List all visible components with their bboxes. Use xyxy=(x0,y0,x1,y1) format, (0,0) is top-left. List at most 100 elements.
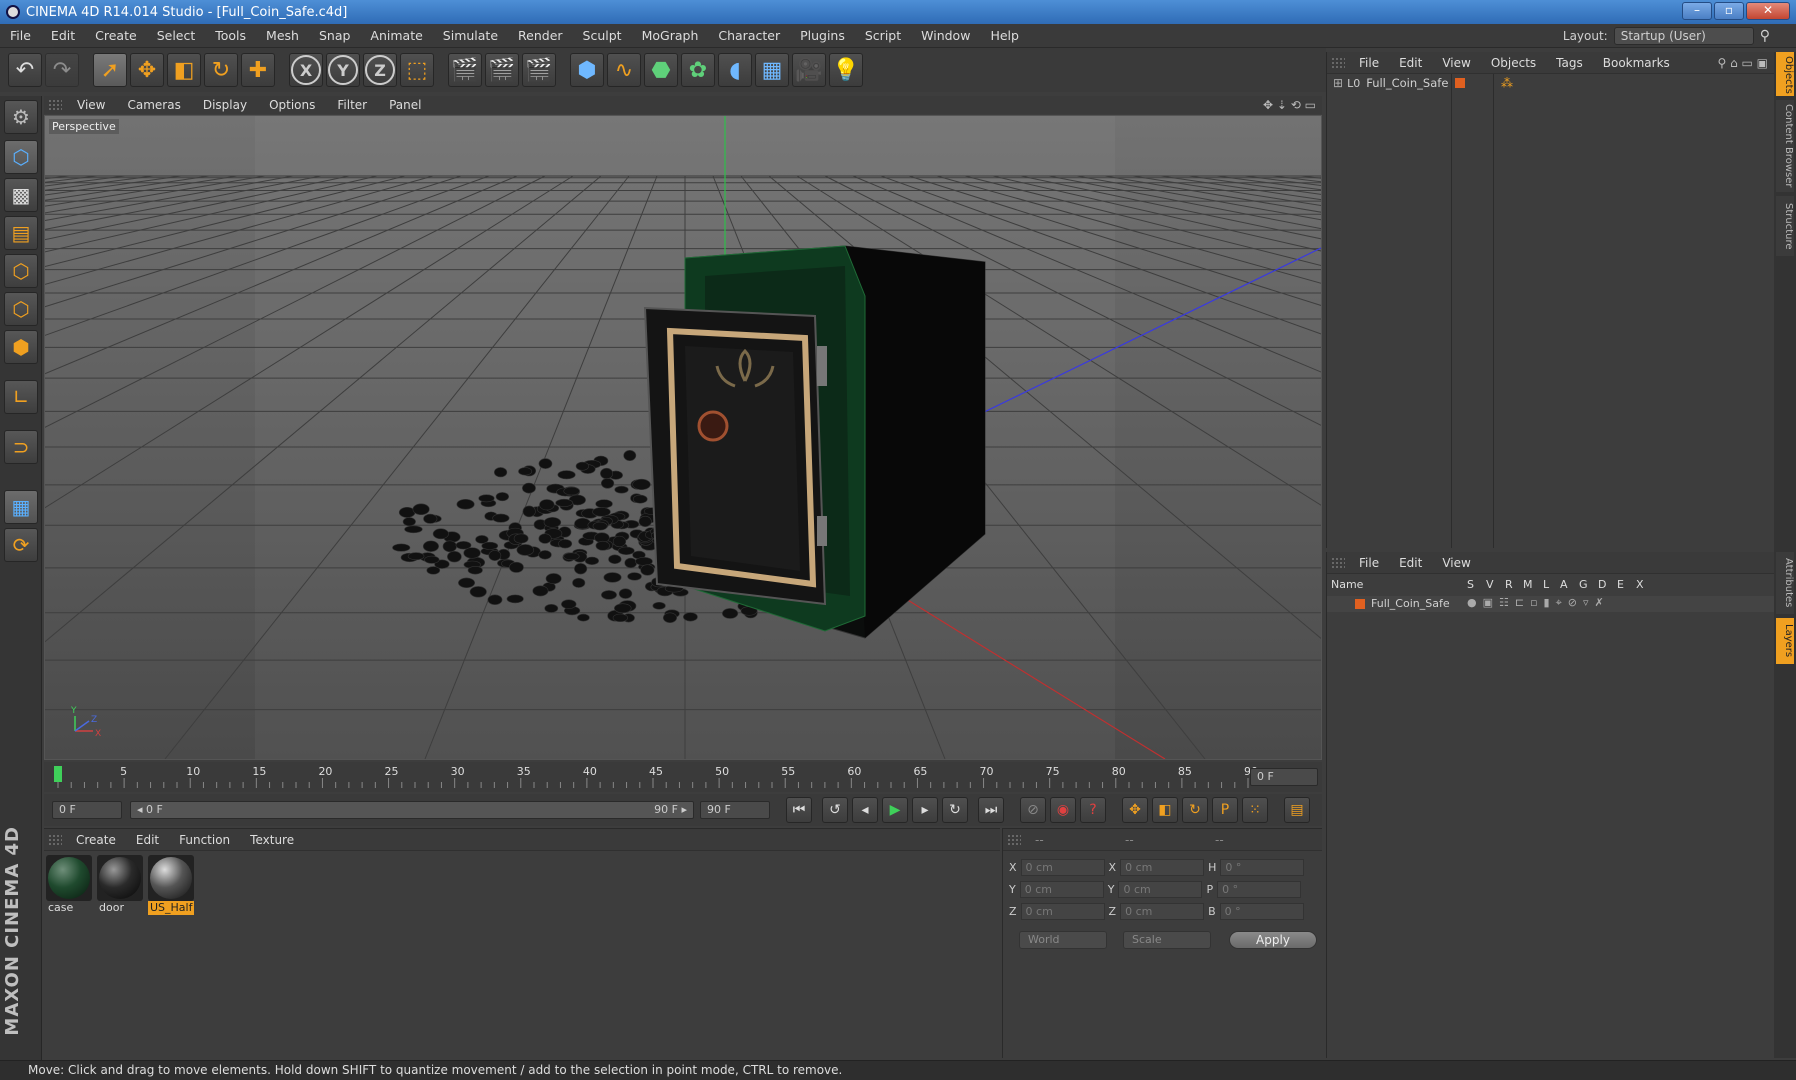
vp-menu-cameras[interactable]: Cameras xyxy=(116,98,191,112)
material-door[interactable]: door xyxy=(97,855,143,917)
tab-objects[interactable]: Objects xyxy=(1776,52,1794,96)
obj-menu-edit[interactable]: Edit xyxy=(1389,56,1432,70)
vp-menu-panel[interactable]: Panel xyxy=(378,98,432,112)
current-frame-field[interactable]: 0 F xyxy=(1250,768,1318,786)
grid-lock-icon[interactable]: ▦ xyxy=(4,490,38,524)
obj-menu-objects[interactable]: Objects xyxy=(1481,56,1546,70)
size-z-field[interactable]: 0 cm xyxy=(1120,903,1205,920)
apply-button[interactable]: Apply xyxy=(1229,931,1317,949)
layer-menu-edit[interactable]: Edit xyxy=(1389,556,1432,570)
material-case[interactable]: case xyxy=(46,855,92,917)
frame-range-slider[interactable]: ◂ 0 F 90 F ▸ xyxy=(130,801,694,819)
key-rotation-icon[interactable]: ↻ xyxy=(1182,797,1208,823)
x-axis-lock-icon[interactable]: X xyxy=(289,53,323,87)
obj-toolbar-icons[interactable]: ⚲ ⌂ ▭ ▣ xyxy=(1717,56,1768,70)
material-us-half[interactable]: US_Half xyxy=(148,855,194,917)
obj-menu-file[interactable]: File xyxy=(1349,56,1389,70)
previous-frame-icon[interactable]: ◂ xyxy=(852,797,878,823)
floor-icon[interactable]: ▦ xyxy=(755,53,789,87)
points-mode-icon[interactable]: ⬡ xyxy=(4,254,38,288)
menu-create[interactable]: Create xyxy=(85,28,147,43)
workplane-icon[interactable]: ▤ xyxy=(4,216,38,250)
play-icon[interactable]: ▶ xyxy=(882,797,908,823)
key-parameter-icon[interactable]: P xyxy=(1212,797,1238,823)
grip-icon[interactable] xyxy=(48,99,62,111)
menu-simulate[interactable]: Simulate xyxy=(433,28,508,43)
position-z-field[interactable]: 0 cm xyxy=(1020,903,1105,920)
cloner-icon[interactable]: ✿ xyxy=(681,53,715,87)
menu-sculpt[interactable]: Sculpt xyxy=(573,28,632,43)
key-position-icon[interactable]: ✥ xyxy=(1122,797,1148,823)
record-active-icon[interactable]: ◉ xyxy=(1050,797,1076,823)
texture-mode-icon[interactable]: ▩ xyxy=(4,178,38,212)
start-frame-field[interactable]: 0 F xyxy=(52,801,122,819)
live-selection-icon[interactable]: ➚ xyxy=(93,53,127,87)
vp-menu-display[interactable]: Display xyxy=(192,98,258,112)
menu-mograph[interactable]: MoGraph xyxy=(632,28,709,43)
mat-menu-create[interactable]: Create xyxy=(66,833,126,847)
layer-menu-view[interactable]: View xyxy=(1432,556,1480,570)
camera-icon[interactable]: 🎥 xyxy=(792,53,826,87)
y-axis-lock-icon[interactable]: Y xyxy=(326,53,360,87)
grip-icon[interactable] xyxy=(1331,56,1345,69)
autokey-icon[interactable]: ? xyxy=(1080,797,1106,823)
rotation-b-field[interactable]: 0 ° xyxy=(1219,903,1304,920)
mat-menu-edit[interactable]: Edit xyxy=(126,833,169,847)
next-key-icon[interactable]: ↻ xyxy=(942,797,968,823)
tab-layers[interactable]: Layers xyxy=(1776,618,1794,664)
mat-menu-function[interactable]: Function xyxy=(169,833,240,847)
tab-structure[interactable]: Structure xyxy=(1776,196,1794,256)
scale-icon[interactable]: ◧ xyxy=(167,53,201,87)
expand-icon[interactable]: ⊞ xyxy=(1333,76,1343,90)
menu-plugins[interactable]: Plugins xyxy=(790,28,855,43)
subdivision-icon[interactable]: ⬣ xyxy=(644,53,678,87)
maximize-button[interactable]: ▫ xyxy=(1714,2,1744,20)
position-x-field[interactable]: 0 cm xyxy=(1020,859,1105,876)
rotate-icon[interactable]: ↻ xyxy=(204,53,238,87)
rotation-h-field[interactable]: 0 ° xyxy=(1220,859,1305,876)
add-icon[interactable]: ✚ xyxy=(241,53,275,87)
end-frame-field[interactable]: 90 F xyxy=(700,801,770,819)
menu-tools[interactable]: Tools xyxy=(205,28,256,43)
spline-pen-icon[interactable]: ∿ xyxy=(607,53,641,87)
previous-key-icon[interactable]: ↺ xyxy=(822,797,848,823)
menu-character[interactable]: Character xyxy=(708,28,790,43)
move-icon[interactable]: ✥ xyxy=(130,53,164,87)
go-to-start-icon[interactable]: ⏮ xyxy=(786,797,812,823)
menu-snap[interactable]: Snap xyxy=(309,28,360,43)
tag-icon[interactable]: ⁂ xyxy=(1501,76,1513,90)
timeline-window-icon[interactable]: ▤ xyxy=(1284,797,1310,823)
search-icon[interactable]: ⚲ xyxy=(1760,28,1770,44)
coordinate-space-select[interactable]: World xyxy=(1019,931,1107,949)
obj-menu-bookmarks[interactable]: Bookmarks xyxy=(1593,56,1680,70)
light-icon[interactable]: 💡 xyxy=(829,53,863,87)
menu-render[interactable]: Render xyxy=(508,28,573,43)
cube-icon[interactable]: ⬢ xyxy=(570,53,604,87)
model-mode-icon[interactable]: ⬡ xyxy=(4,140,38,174)
close-button[interactable]: ✕ xyxy=(1746,2,1790,20)
menu-help[interactable]: Help xyxy=(980,28,1029,43)
snap-icon[interactable]: ⟳ xyxy=(4,528,38,562)
menu-mesh[interactable]: Mesh xyxy=(256,28,309,43)
mat-menu-texture[interactable]: Texture xyxy=(240,833,304,847)
layout-select[interactable]: Startup (User) xyxy=(1613,27,1754,45)
grip-icon[interactable] xyxy=(48,833,62,846)
make-editable-icon[interactable]: ⚙ xyxy=(4,100,38,134)
render-settings-icon[interactable]: 🎬 xyxy=(522,53,556,87)
menu-edit[interactable]: Edit xyxy=(41,28,85,43)
grip-icon[interactable] xyxy=(1007,833,1021,846)
magnet-icon[interactable]: ⊃ xyxy=(4,430,38,464)
layer-row[interactable]: Full_Coin_Safe ●▣☷⊏▫▮⌖⊘▿✗ xyxy=(1327,596,1775,612)
menu-select[interactable]: Select xyxy=(147,28,206,43)
rotation-p-field[interactable]: 0 ° xyxy=(1217,881,1302,898)
size-mode-select[interactable]: Scale xyxy=(1123,931,1211,949)
vp-menu-options[interactable]: Options xyxy=(258,98,326,112)
menu-animate[interactable]: Animate xyxy=(360,28,432,43)
grip-icon[interactable] xyxy=(1331,556,1345,569)
next-frame-icon[interactable]: ▸ xyxy=(912,797,938,823)
timeline-ruler[interactable]: 051015202530354045505560657075808590 0 F xyxy=(44,762,1322,792)
menu-script[interactable]: Script xyxy=(855,28,911,43)
layer-flag-icons[interactable]: ●▣☷⊏▫▮⌖⊘▿✗ xyxy=(1467,596,1610,610)
key-pla-icon[interactable]: ⁙ xyxy=(1242,797,1268,823)
z-axis-lock-icon[interactable]: Z xyxy=(363,53,397,87)
